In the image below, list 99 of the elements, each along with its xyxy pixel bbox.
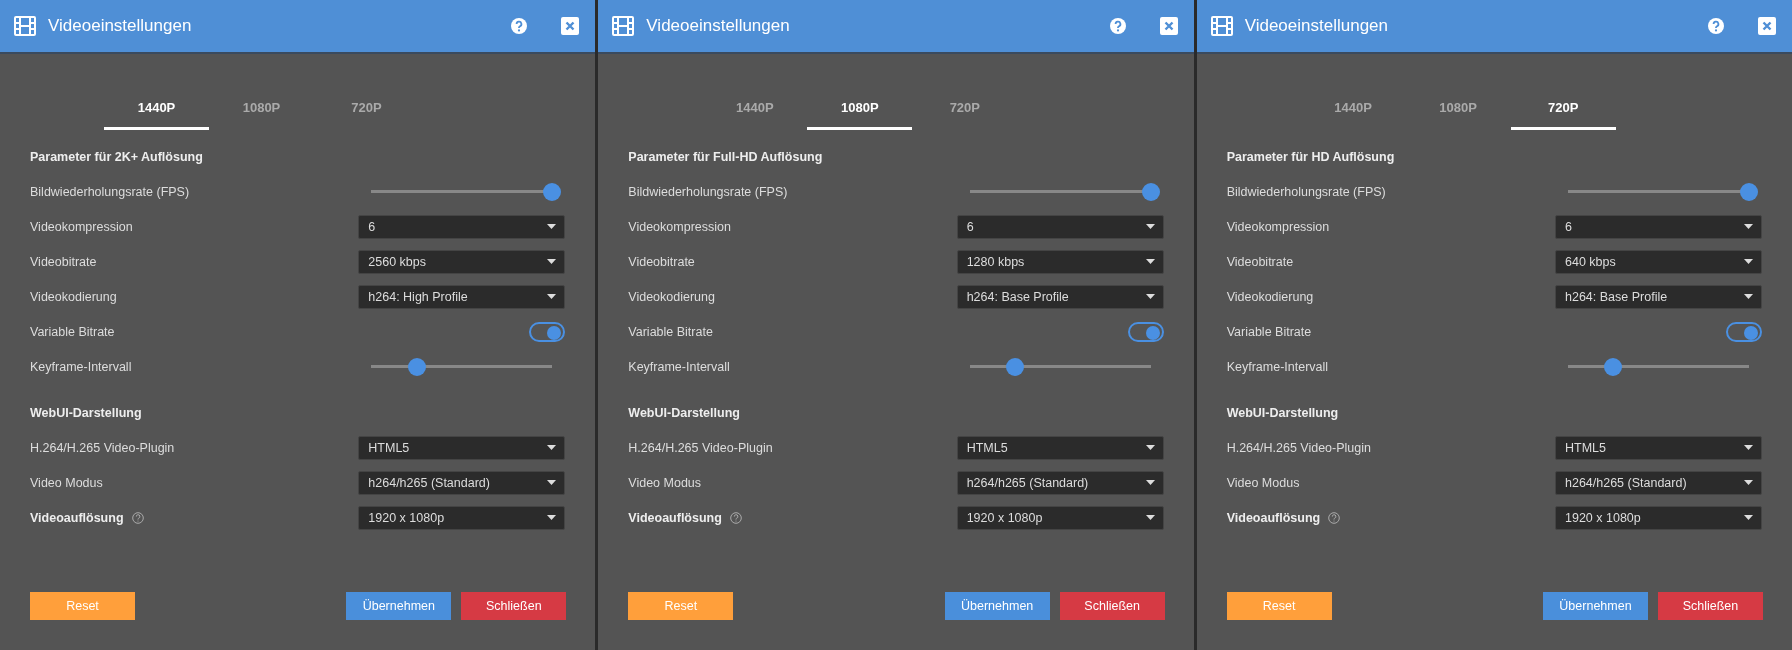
setting-label: Video Modus xyxy=(628,475,702,490)
caret-icon xyxy=(1744,224,1753,229)
setting-label: H.264/H.265 Video-Plugin xyxy=(628,440,773,455)
film-icon xyxy=(14,16,36,36)
close-icon[interactable] xyxy=(1758,17,1776,35)
slider-thumb[interactable] xyxy=(543,182,562,201)
dialog-title: Videoeinstellungen xyxy=(1244,16,1390,36)
section-title: WebUI-Darstellung xyxy=(30,406,143,420)
close-button[interactable]: Schließen xyxy=(1658,592,1763,620)
setting-label: Videokompression xyxy=(1226,219,1330,234)
help-icon[interactable] xyxy=(1109,18,1126,34)
setting-label: Videokodierung xyxy=(628,289,715,304)
dropdown[interactable]: h264: Base Profile xyxy=(1555,284,1762,309)
dropdown[interactable]: 640 kbps xyxy=(1555,249,1762,274)
setting-label: Videoauflösung xyxy=(30,510,124,525)
caret-icon xyxy=(1744,259,1753,264)
setting-label: Video Modus xyxy=(30,475,103,490)
setting-label: Bildwiederholungsrate (FPS) xyxy=(1226,184,1386,199)
setting-label: Keyframe-Intervall xyxy=(628,359,730,374)
slider-thumb[interactable] xyxy=(1141,182,1160,201)
caret-icon xyxy=(1145,294,1155,299)
caret-icon xyxy=(1744,294,1753,299)
section-title: WebUI-Darstellung xyxy=(628,406,741,420)
setting-label: Videoauflösung xyxy=(1226,510,1321,525)
dropdown[interactable]: 1920 x 1080p xyxy=(1555,505,1762,530)
dropdown[interactable]: HTML5 xyxy=(956,435,1164,460)
help-icon[interactable] xyxy=(131,511,144,524)
setting-label: Videobitrate xyxy=(1226,254,1294,269)
caret-icon xyxy=(547,224,557,229)
caret-icon xyxy=(547,445,557,450)
dropdown[interactable]: HTML5 xyxy=(358,435,566,460)
dropdown[interactable]: 6 xyxy=(1555,214,1762,239)
dialog-title: Videoeinstellungen xyxy=(646,16,791,36)
dialog-title: Videoeinstellungen xyxy=(48,16,193,36)
caret-icon xyxy=(1145,259,1155,264)
caret-icon xyxy=(1145,515,1155,520)
caret-icon xyxy=(547,259,557,264)
slider-thumb[interactable] xyxy=(407,357,426,376)
caret-icon xyxy=(547,515,557,520)
setting-label: Video Modus xyxy=(1226,475,1300,490)
caret-icon xyxy=(1744,445,1753,450)
dropdown[interactable]: h264: Base Profile xyxy=(956,284,1164,309)
setting-label: H.264/H.265 Video-Plugin xyxy=(1226,440,1371,455)
caret-icon xyxy=(1744,480,1753,485)
setting-label: H.264/H.265 Video-Plugin xyxy=(30,440,175,455)
setting-label: Bildwiederholungsrate (FPS) xyxy=(628,184,788,199)
slider-thumb[interactable] xyxy=(1005,357,1024,376)
setting-label: Videobitrate xyxy=(30,254,97,269)
section-title: Parameter für 2K+ Auflösung xyxy=(30,150,204,164)
dropdown[interactable]: 1280 kbps xyxy=(956,249,1164,274)
setting-label: Videokompression xyxy=(628,219,731,234)
slider-thumb[interactable] xyxy=(1604,357,1623,376)
help-icon[interactable] xyxy=(729,511,742,524)
dropdown[interactable]: 6 xyxy=(956,214,1164,239)
resolution-tab[interactable]: 1440P xyxy=(104,96,209,130)
dropdown[interactable]: 1920 x 1080p xyxy=(956,505,1164,530)
help-icon[interactable] xyxy=(511,18,528,34)
resolution-tab[interactable]: 720P xyxy=(1510,96,1616,130)
film-icon xyxy=(1210,16,1233,36)
dropdown[interactable]: h264: High Profile xyxy=(358,284,566,309)
caret-icon xyxy=(1145,224,1155,229)
section-title: Parameter für Full-HD Auflösung xyxy=(628,150,824,164)
setting-label: Keyframe-Intervall xyxy=(30,359,132,374)
close-button[interactable]: Schließen xyxy=(1059,592,1165,620)
setting-label: Videobitrate xyxy=(628,254,695,269)
close-icon[interactable] xyxy=(1159,17,1178,35)
slider-thumb[interactable] xyxy=(1740,182,1758,201)
setting-label: Variable Bitrate xyxy=(30,324,115,339)
caret-icon xyxy=(1744,515,1753,520)
film-icon xyxy=(612,16,635,36)
setting-label: Bildwiederholungsrate (FPS) xyxy=(30,184,190,199)
caret-icon xyxy=(1145,445,1155,450)
section-title: Parameter für HD Auflösung xyxy=(1226,150,1396,164)
resolution-tab[interactable]: 1080P xyxy=(807,96,913,130)
close-button[interactable]: Schließen xyxy=(461,592,567,620)
section-title: WebUI-Darstellung xyxy=(1226,406,1340,420)
setting-label: Videoauflösung xyxy=(628,510,722,525)
help-icon[interactable] xyxy=(1328,511,1341,524)
dropdown[interactable]: h264/h265 (Standard) xyxy=(1555,470,1762,495)
help-icon[interactable] xyxy=(1708,18,1724,34)
caret-icon xyxy=(1145,480,1155,485)
toggle-switch[interactable] xyxy=(1127,321,1164,342)
setting-label: Variable Bitrate xyxy=(628,324,713,339)
setting-label: Videokompression xyxy=(30,219,133,234)
close-icon[interactable] xyxy=(561,17,580,35)
setting-label: Videokodierung xyxy=(1226,289,1314,304)
dropdown[interactable]: h264/h265 (Standard) xyxy=(956,470,1164,495)
dropdown[interactable]: h264/h265 (Standard) xyxy=(358,470,566,495)
setting-label: Videokodierung xyxy=(30,289,117,304)
dropdown[interactable]: 2560 kbps xyxy=(358,249,566,274)
dropdown[interactable]: HTML5 xyxy=(1555,435,1762,460)
caret-icon xyxy=(547,294,557,299)
dropdown[interactable]: 1920 x 1080p xyxy=(358,505,566,530)
toggle-switch[interactable] xyxy=(529,321,566,342)
toggle-switch[interactable] xyxy=(1726,321,1762,342)
setting-label: Keyframe-Intervall xyxy=(1226,359,1329,374)
caret-icon xyxy=(547,480,557,485)
setting-label: Variable Bitrate xyxy=(1226,324,1312,339)
dropdown[interactable]: 6 xyxy=(358,214,566,239)
